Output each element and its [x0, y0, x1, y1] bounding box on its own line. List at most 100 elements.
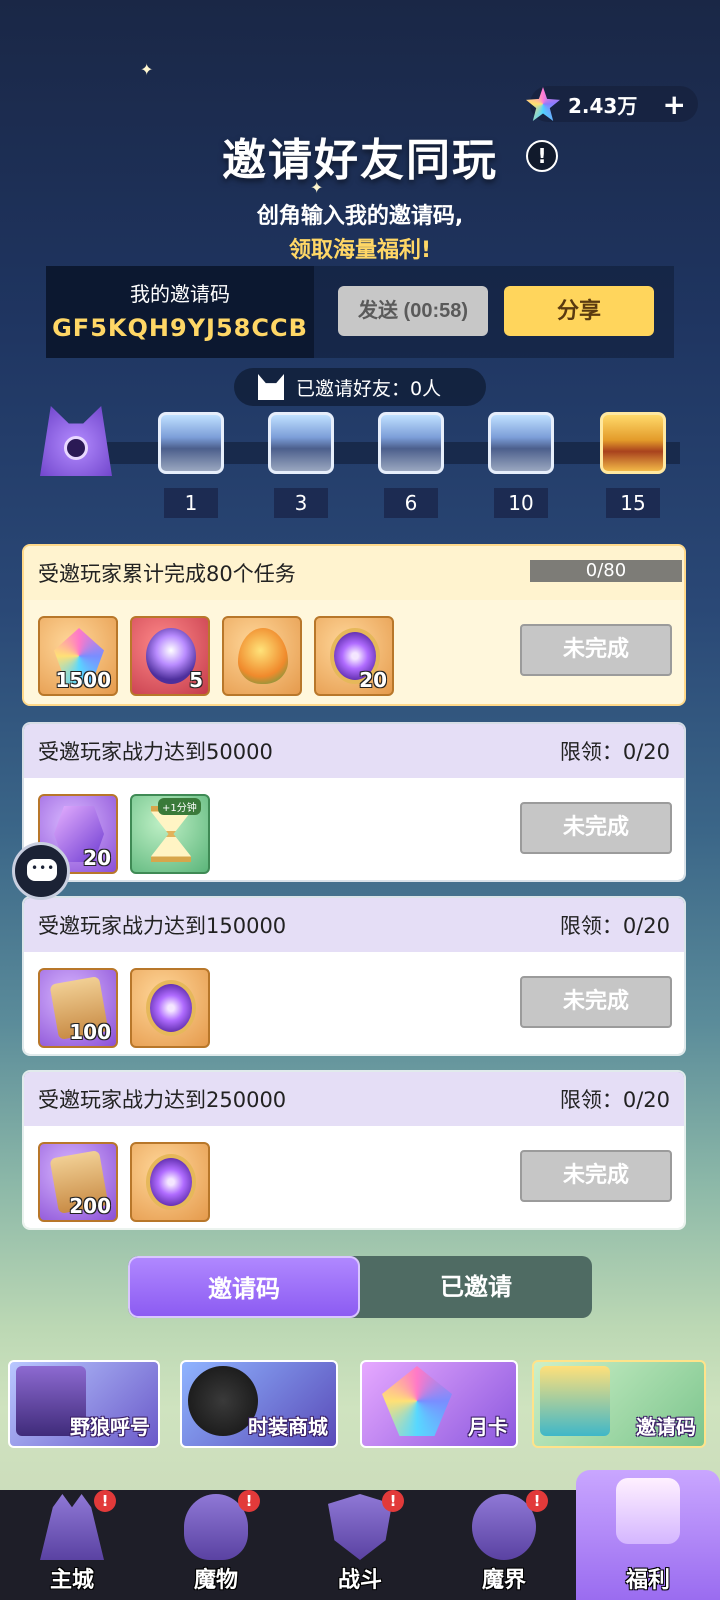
purple-orb-icon — [146, 980, 196, 1036]
task-body: 200 未完成 — [24, 1126, 684, 1228]
reward-qty: 20 — [359, 668, 387, 692]
add-currency-button[interactable]: + — [663, 88, 686, 121]
alert-badge: ! — [526, 1490, 548, 1512]
invited-count-text: 已邀请好友：0人 — [296, 377, 442, 400]
invite-code-label: 我的邀请码 — [130, 282, 230, 306]
invited-count-pill: 已邀请好友：0人 — [234, 368, 486, 406]
reward-qty: 100 — [69, 1020, 111, 1044]
nav-battle[interactable]: ! 战斗 — [288, 1490, 432, 1600]
task-body: 100 未完成 — [24, 952, 684, 1054]
cat-icon — [258, 374, 284, 400]
reward-item[interactable] — [130, 1142, 210, 1222]
subtitle-line2: 领取海量福利! — [288, 238, 432, 263]
promo-label: 野狼呼号 — [70, 1415, 150, 1439]
incomplete-button[interactable]: 未完成 — [520, 624, 672, 676]
promo-wolf-call[interactable]: 野狼呼号 — [8, 1360, 160, 1448]
purple-orb-icon — [146, 1154, 196, 1210]
milestone-track — [60, 442, 680, 464]
silver-chest-icon[interactable] — [158, 412, 224, 474]
task-title: 受邀玩家战力达到150000 — [38, 914, 287, 938]
incomplete-button[interactable]: 未完成 — [520, 802, 672, 854]
incomplete-button[interactable]: 未完成 — [520, 1150, 672, 1202]
reward-item[interactable]: 200 — [38, 1142, 118, 1222]
task-header: 受邀玩家战力达到150000 限领：0/20 — [24, 898, 684, 952]
time-badge: +1分钟 — [158, 798, 201, 815]
reward-item[interactable] — [130, 968, 210, 1048]
promo-monthly-card[interactable]: 月卡 — [360, 1360, 518, 1448]
alert-badge: ! — [94, 1490, 116, 1512]
reward-qty: 200 — [69, 1194, 111, 1218]
task-card: 受邀玩家战力达到150000 限领：0/20 100 未完成 — [22, 896, 686, 1056]
nav-welfare[interactable]: 福利 — [576, 1470, 720, 1600]
claim-limit: 限领：0/20 — [559, 1088, 670, 1112]
task-body: 1500 5 20 未完成 — [24, 600, 684, 704]
task-title: 受邀玩家累计完成80个任务 — [38, 562, 296, 586]
share-button[interactable]: 分享 — [504, 286, 654, 336]
reward-item[interactable]: 5 — [130, 616, 210, 696]
currency-counter[interactable]: 2.43万 + — [526, 86, 698, 122]
subtitle-line1: 创角输入我的邀请码, — [256, 204, 464, 229]
nav-label: 福利 — [625, 1568, 670, 1593]
task-body: 20 +1分钟 未完成 — [24, 778, 684, 880]
milestone-count: 6 — [384, 488, 438, 518]
view-toggle: 邀请码 已邀请 — [128, 1256, 592, 1318]
task-card: 受邀玩家累计完成80个任务 0/80 1500 5 20 未完成 — [22, 544, 686, 706]
chat-button[interactable] — [12, 842, 70, 900]
milestone-count: 10 — [494, 488, 548, 518]
currency-value: 2.43万 — [568, 93, 638, 118]
nav-monsters[interactable]: ! 魔物 — [144, 1490, 288, 1600]
invite-code-value[interactable]: GF5KQH9YJ58CCB — [46, 314, 314, 342]
send-button[interactable]: 发送 (00:58) — [338, 286, 488, 336]
task-title: 受邀玩家战力达到250000 — [38, 1088, 287, 1112]
task-progress-bar: 0/80 — [530, 560, 682, 582]
gold-chest-icon[interactable] — [600, 412, 666, 474]
star-gem-icon — [526, 87, 560, 121]
promo-label: 邀请码 — [636, 1415, 696, 1439]
reward-qty: 1500 — [55, 668, 111, 692]
bottom-nav: ! 主城 ! 魔物 ! 战斗 ! 魔界 福利 — [0, 1470, 720, 1600]
nav-demon-realm[interactable]: ! 魔界 — [432, 1490, 576, 1600]
reward-qty: 5 — [189, 668, 203, 692]
chat-bubble-icon — [27, 859, 57, 881]
milestone-count: 3 — [274, 488, 328, 518]
tab-invited[interactable]: 已邀请 — [360, 1256, 592, 1318]
task-title: 受邀玩家战力达到50000 — [38, 740, 273, 764]
reward-qty: 20 — [83, 846, 111, 870]
gift-chest-icon — [616, 1478, 680, 1544]
nav-label: 主城 — [49, 1568, 94, 1593]
silver-chest-icon[interactable] — [488, 412, 554, 474]
info-icon[interactable]: ! — [526, 140, 558, 172]
reward-item[interactable]: 20 — [314, 616, 394, 696]
task-card: 受邀玩家战力达到250000 限领：0/20 200 未完成 — [22, 1070, 686, 1230]
silver-chest-icon[interactable] — [268, 412, 334, 474]
crystal-card-icon — [382, 1366, 452, 1436]
promo-label: 时装商城 — [248, 1415, 328, 1439]
alert-badge: ! — [382, 1490, 404, 1512]
claim-limit: 限领：0/20 — [559, 914, 670, 938]
page-title: 邀请好友同玩 — [222, 135, 498, 186]
nav-label: 魔界 — [481, 1568, 526, 1593]
nav-main-city[interactable]: ! 主城 — [0, 1490, 144, 1600]
silver-chest-icon[interactable] — [378, 412, 444, 474]
reward-item[interactable]: 100 — [38, 968, 118, 1048]
nav-label: 魔物 — [193, 1568, 238, 1593]
task-header: 受邀玩家战力达到250000 限领：0/20 — [24, 1072, 684, 1126]
nav-label: 战斗 — [337, 1568, 382, 1593]
task-card: 受邀玩家战力达到50000 限领：0/20 20 +1分钟 未完成 — [22, 722, 686, 882]
alert-badge: ! — [238, 1490, 260, 1512]
tab-invite-code[interactable]: 邀请码 — [128, 1256, 360, 1318]
sparkle-icon: ✦ — [140, 60, 154, 79]
milestone-count: 15 — [606, 488, 660, 518]
promo-invite-code[interactable]: 邀请码 — [532, 1360, 706, 1448]
milestone-count: 1 — [164, 488, 218, 518]
promo-label: 月卡 — [468, 1415, 508, 1439]
incomplete-button[interactable]: 未完成 — [520, 976, 672, 1028]
reward-item[interactable] — [222, 616, 302, 696]
task-header: 受邀玩家战力达到50000 限领：0/20 — [24, 724, 684, 778]
reward-item[interactable]: +1分钟 — [130, 794, 210, 874]
reward-item[interactable]: 1500 — [38, 616, 118, 696]
gift-box-icon — [540, 1366, 610, 1436]
promo-fashion-shop[interactable]: 时装商城 — [180, 1360, 338, 1448]
claim-limit: 限领：0/20 — [559, 740, 670, 764]
eye-icon — [64, 436, 88, 460]
